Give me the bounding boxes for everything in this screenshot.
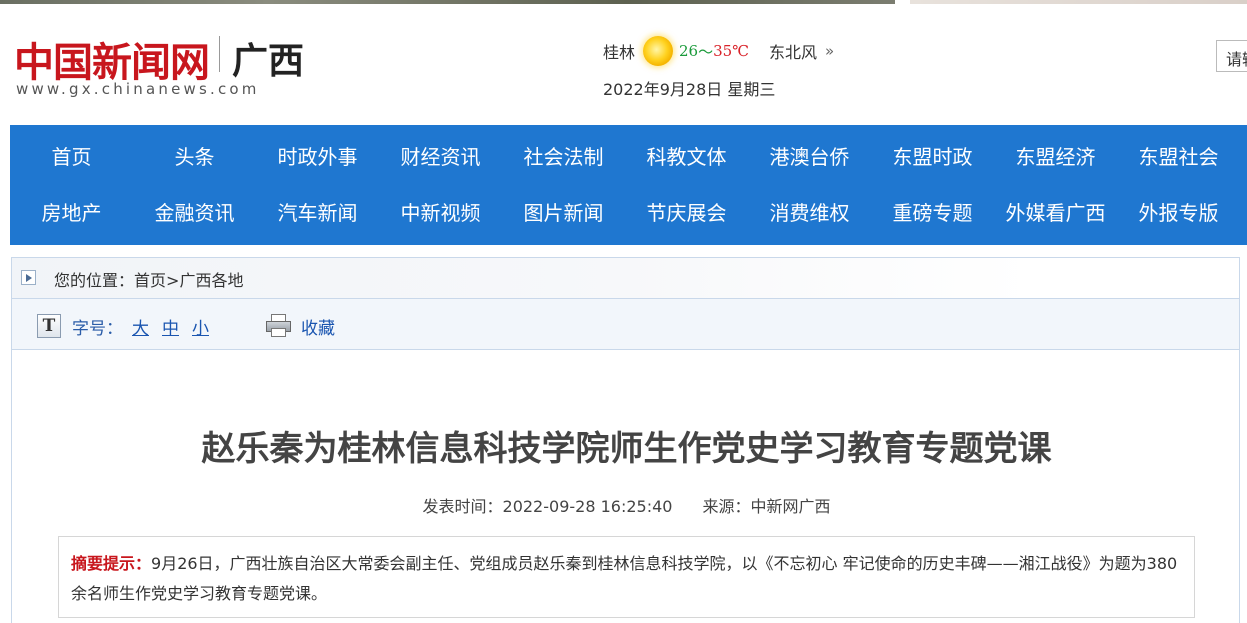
nav-item-finance[interactable]: 财经资讯 bbox=[379, 143, 502, 171]
logo-region-text: 广西 bbox=[232, 41, 305, 82]
nav-item-society-law[interactable]: 社会法制 bbox=[502, 143, 625, 171]
nav-item-foreign-media[interactable]: 外媒看广西 bbox=[994, 199, 1117, 227]
nav-item-science-culture[interactable]: 科教文体 bbox=[625, 143, 748, 171]
breadcrumb-bar: 您的位置：首页>广西各地 bbox=[12, 258, 1032, 298]
article-source: 来源：中新网广西 bbox=[702, 497, 831, 516]
nav-item-politics[interactable]: 时政外事 bbox=[256, 143, 379, 171]
nav-item-consumer[interactable]: 消费维权 bbox=[748, 199, 871, 227]
weather-widget: 桂林 26 ～ 35℃ 东北风 » bbox=[603, 36, 834, 66]
font-size-label: 字号： bbox=[72, 319, 123, 339]
weather-wind: 东北风 bbox=[769, 43, 818, 62]
nav-item-asean-economy[interactable]: 东盟经济 bbox=[994, 143, 1117, 171]
nav-item-festivals[interactable]: 节庆展会 bbox=[625, 199, 748, 227]
play-arrow-icon bbox=[21, 270, 36, 285]
breadcrumb-trail: 您的位置：首页>广西各地 bbox=[54, 267, 243, 291]
nav-row-primary: 首页 头条 时政外事 财经资讯 社会法制 科教文体 港澳台侨 东盟时政 东盟经济… bbox=[10, 143, 1247, 171]
printer-icon[interactable] bbox=[266, 314, 291, 337]
logo-divider bbox=[219, 36, 220, 72]
article-toolbar: T 字号： 大 中 小 收藏 bbox=[11, 298, 1240, 350]
logo-url-text: www.gx.chinanews.com bbox=[16, 80, 260, 98]
font-size-small-link[interactable]: 小 bbox=[192, 314, 209, 339]
breadcrumb-prefix: 您的位置： bbox=[54, 271, 135, 290]
nav-item-asean-politics[interactable]: 东盟时政 bbox=[871, 143, 994, 171]
article-summary: 摘要提示：9月26日，广西壮族自治区大常委会副主任、党组成员赵乐秦到桂林信息科技… bbox=[58, 536, 1195, 618]
summary-text: 9月26日，广西壮族自治区大常委会副主任、党组成员赵乐秦到桂林信息科技学院，以《… bbox=[71, 554, 1178, 603]
article-meta: 发表时间：2022-09-28 16:25:40 来源：中新网广西 bbox=[12, 493, 1241, 517]
breadcrumb: 您的位置：首页>广西各地 bbox=[11, 257, 1240, 299]
weather-city: 桂林 bbox=[603, 43, 636, 62]
top-banner-strip bbox=[0, 0, 1247, 6]
article-body: 赵乐秦为桂林信息科技学院师生作党史学习教育专题党课 发表时间：2022-09-2… bbox=[11, 349, 1240, 623]
nav-row-secondary: 房地产 金融资讯 汽车新闻 中新视频 图片新闻 节庆展会 消费维权 重磅专题 外… bbox=[10, 199, 1247, 227]
nav-item-home[interactable]: 首页 bbox=[10, 143, 133, 171]
nav-item-asean-society[interactable]: 东盟社会 bbox=[1117, 143, 1240, 171]
main-nav: 首页 头条 时政外事 财经资讯 社会法制 科教文体 港澳台侨 东盟时政 东盟经济… bbox=[10, 125, 1247, 245]
breadcrumb-separator: > bbox=[166, 271, 180, 290]
font-size-medium-link[interactable]: 中 bbox=[162, 314, 179, 339]
nav-item-video[interactable]: 中新视频 bbox=[379, 199, 502, 227]
nav-item-real-estate[interactable]: 房地产 bbox=[10, 199, 133, 227]
site-logo[interactable]: 中国新闻网 广西 www.gx.chinanews.com bbox=[14, 28, 314, 106]
temperature-separator: ～ bbox=[698, 42, 714, 61]
temperature-high: 35℃ bbox=[713, 42, 749, 60]
article-title: 赵乐秦为桂林信息科技学院师生作党史学习教育专题党课 bbox=[201, 429, 1052, 469]
breadcrumb-current-link[interactable]: 广西各地 bbox=[179, 271, 243, 290]
font-size-icon: T bbox=[37, 314, 61, 338]
summary-label: 摘要提示： bbox=[71, 554, 152, 573]
favorite-link[interactable]: 收藏 bbox=[301, 314, 335, 339]
nav-item-foreign-papers[interactable]: 外报专版 bbox=[1117, 199, 1240, 227]
sun-icon bbox=[643, 36, 674, 66]
nav-item-banking[interactable]: 金融资讯 bbox=[133, 199, 256, 227]
banner-image-left[interactable] bbox=[0, 0, 895, 4]
publish-time: 发表时间：2022-09-28 16:25:40 bbox=[422, 497, 673, 516]
search-input[interactable]: 请输 bbox=[1216, 40, 1247, 72]
nav-item-hk-macau-taiwan[interactable]: 港澳台侨 bbox=[748, 143, 871, 171]
nav-item-features[interactable]: 重磅专题 bbox=[871, 199, 994, 227]
breadcrumb-home-link[interactable]: 首页 bbox=[134, 271, 166, 290]
nav-item-headlines[interactable]: 头条 bbox=[133, 143, 256, 171]
temperature-low: 26 bbox=[679, 42, 699, 60]
banner-image-right[interactable] bbox=[910, 0, 1247, 4]
current-date: 2022年9月28日 星期三 bbox=[603, 80, 776, 99]
double-chevron-right-icon[interactable]: » bbox=[825, 42, 834, 60]
font-size-large-link[interactable]: 大 bbox=[132, 314, 149, 339]
nav-item-auto[interactable]: 汽车新闻 bbox=[256, 199, 379, 227]
nav-item-photos[interactable]: 图片新闻 bbox=[502, 199, 625, 227]
